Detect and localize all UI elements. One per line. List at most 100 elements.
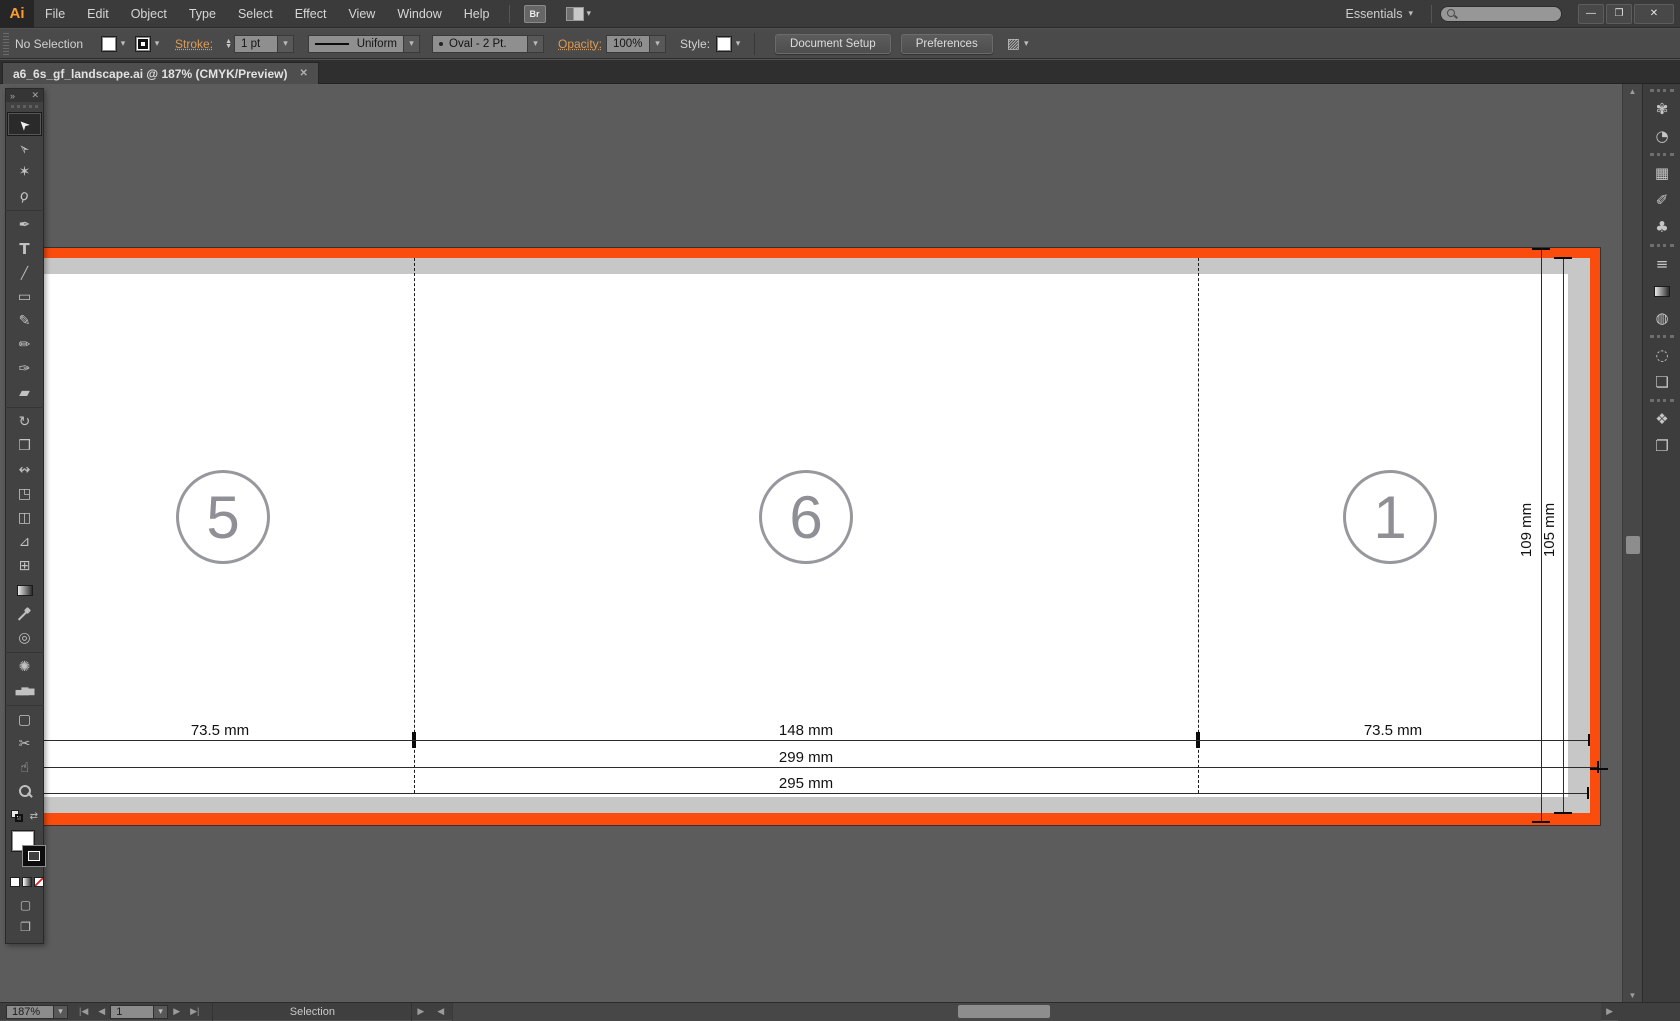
swap-fill-stroke-icon[interactable]: ⇄: [30, 811, 38, 822]
gradient-panel-icon[interactable]: [1643, 279, 1680, 303]
blob-brush-tool[interactable]: ✑: [7, 357, 42, 381]
layers-panel-icon[interactable]: ❖: [1643, 407, 1680, 431]
scroll-down-icon[interactable]: ▼: [1623, 988, 1642, 1002]
slice-tool[interactable]: ✂: [7, 732, 42, 756]
magic-wand-tool[interactable]: ✶: [7, 160, 42, 184]
fill-color-dropdown[interactable]: [117, 36, 129, 52]
panel-grip[interactable]: [11, 105, 38, 109]
panel-grip[interactable]: [3, 33, 9, 55]
eraser-tool[interactable]: ▰: [7, 381, 42, 405]
stroke-weight-stepper[interactable]: ▲▼: [225, 39, 232, 49]
stroke-color-control[interactable]: [23, 846, 45, 866]
stroke-weight-dropdown[interactable]: [278, 35, 294, 53]
stroke-weight-value[interactable]: 1 pt: [234, 35, 278, 53]
arrange-documents-button[interactable]: [566, 7, 592, 21]
width-profile-select[interactable]: Uniform: [308, 35, 404, 53]
stroke-color-swatch[interactable]: [135, 36, 151, 52]
default-fill-stroke-icon[interactable]: [11, 810, 23, 822]
brush-definition-select[interactable]: Oval - 2 Pt.: [432, 35, 528, 53]
pencil-tool[interactable]: ✏: [7, 333, 42, 357]
close-button[interactable]: ✕: [1634, 4, 1674, 24]
horizontal-scrollbar-thumb[interactable]: [958, 1005, 1050, 1018]
brush-definition-dropdown[interactable]: [528, 35, 544, 53]
close-panel-icon[interactable]: ✕: [31, 90, 39, 101]
eyedropper-tool[interactable]: [7, 602, 42, 626]
canvas-area[interactable]: 5 6 1 73.5 mm 148 mm 73.5 mm 299 mm 295 …: [0, 84, 1622, 1002]
gradient-button[interactable]: [22, 877, 32, 887]
search-input[interactable]: [1440, 6, 1562, 22]
symbol-sprayer-tool[interactable]: ✺: [7, 655, 42, 679]
gradient-tool[interactable]: [7, 578, 42, 602]
status-menu-icon[interactable]: ▶: [412, 1006, 429, 1017]
column-graph-tool[interactable]: ▄▆▅: [7, 679, 42, 703]
selection-tool[interactable]: ➤: [7, 112, 42, 136]
scroll-left-icon[interactable]: ◀: [429, 1006, 452, 1017]
color-button[interactable]: [10, 877, 20, 887]
free-transform-tool[interactable]: ◳: [7, 482, 42, 506]
horizontal-scrollbar[interactable]: [452, 1003, 1601, 1021]
scroll-right-icon[interactable]: ▶: [1601, 1006, 1618, 1017]
width-profile-dropdown[interactable]: [404, 35, 420, 53]
isolate-selection-icon[interactable]: ▨: [1007, 36, 1020, 52]
width-tool[interactable]: ↭: [7, 458, 42, 482]
color-guide-panel-icon[interactable]: ◔: [1643, 124, 1680, 148]
lasso-tool[interactable]: ϙ: [7, 184, 42, 208]
menu-item-edit[interactable]: Edit: [76, 0, 120, 28]
pen-tool[interactable]: ✒: [7, 213, 42, 237]
symbols-panel-icon[interactable]: ♣: [1643, 215, 1680, 239]
artboard-number-dropdown[interactable]: [154, 1005, 168, 1019]
zoom-level-field[interactable]: 187%: [6, 1005, 54, 1019]
opacity-panel-link[interactable]: Opacity:: [558, 37, 602, 51]
mesh-tool[interactable]: ⊞: [7, 554, 42, 578]
blend-tool[interactable]: ◎: [7, 626, 42, 650]
vertical-scrollbar[interactable]: ▲ ▼: [1622, 84, 1642, 1002]
opacity-value[interactable]: 100%: [606, 35, 650, 53]
stroke-color-dropdown[interactable]: [151, 36, 163, 52]
tab-close-icon[interactable]: ✕: [300, 68, 308, 79]
document-setup-button[interactable]: Document Setup: [775, 34, 891, 54]
scroll-up-icon[interactable]: ▲: [1623, 84, 1642, 98]
menu-item-window[interactable]: Window: [386, 0, 452, 28]
opacity-dropdown[interactable]: [650, 35, 666, 53]
last-artboard-button[interactable]: ▶|: [185, 1006, 204, 1017]
brushes-panel-icon[interactable]: ✐: [1643, 188, 1680, 212]
drawing-mode-button[interactable]: ▢: [8, 895, 43, 915]
restore-button[interactable]: ❐: [1606, 4, 1632, 24]
shape-builder-tool[interactable]: ◫: [7, 506, 42, 530]
zoom-tool[interactable]: [7, 780, 42, 804]
menu-item-help[interactable]: Help: [453, 0, 501, 28]
stroke-panel-icon[interactable]: ≡: [1643, 252, 1680, 276]
collapse-panel-icon[interactable]: »: [10, 91, 15, 101]
style-dropdown[interactable]: [732, 36, 744, 52]
workspace-switcher[interactable]: Essentials: [1345, 7, 1423, 21]
zoom-level-dropdown[interactable]: [54, 1005, 68, 1019]
line-segment-tool[interactable]: ╱: [7, 261, 42, 285]
artboards-panel-icon[interactable]: ❐: [1643, 434, 1680, 458]
transparency-panel-icon[interactable]: ◍: [1643, 306, 1680, 330]
menu-item-file[interactable]: File: [34, 0, 76, 28]
color-panel-icon[interactable]: ✾: [1643, 97, 1680, 121]
graphic-styles-panel-icon[interactable]: ❏: [1643, 370, 1680, 394]
preferences-button[interactable]: Preferences: [901, 34, 993, 54]
stroke-panel-link[interactable]: Stroke:: [175, 37, 213, 51]
perspective-grid-tool[interactable]: ⊿: [7, 530, 42, 554]
next-artboard-button[interactable]: ▶: [168, 1006, 185, 1017]
menu-item-select[interactable]: Select: [227, 0, 284, 28]
screen-mode-button[interactable]: ❐: [8, 917, 43, 937]
swatches-panel-icon[interactable]: ▦: [1643, 161, 1680, 185]
menu-item-view[interactable]: View: [337, 0, 386, 28]
scale-tool[interactable]: ❒: [7, 434, 42, 458]
vertical-scrollbar-thumb[interactable]: [1626, 536, 1640, 554]
none-button[interactable]: [34, 877, 44, 887]
rectangle-tool[interactable]: ▭: [7, 285, 42, 309]
type-tool[interactable]: T: [7, 237, 42, 261]
document-tab[interactable]: a6_6s_gf_landscape.ai @ 187% (CMYK/Previ…: [2, 62, 319, 84]
menu-item-effect[interactable]: Effect: [284, 0, 338, 28]
minimize-button[interactable]: —: [1578, 4, 1604, 24]
artboard-tool[interactable]: ▢: [7, 708, 42, 732]
hand-tool[interactable]: ☝: [7, 756, 42, 780]
appearance-panel-icon[interactable]: ◌: [1643, 343, 1680, 367]
fill-color-swatch[interactable]: [101, 36, 117, 52]
chevron-down-icon[interactable]: [1024, 38, 1029, 49]
previous-artboard-button[interactable]: ◀: [93, 1006, 110, 1017]
